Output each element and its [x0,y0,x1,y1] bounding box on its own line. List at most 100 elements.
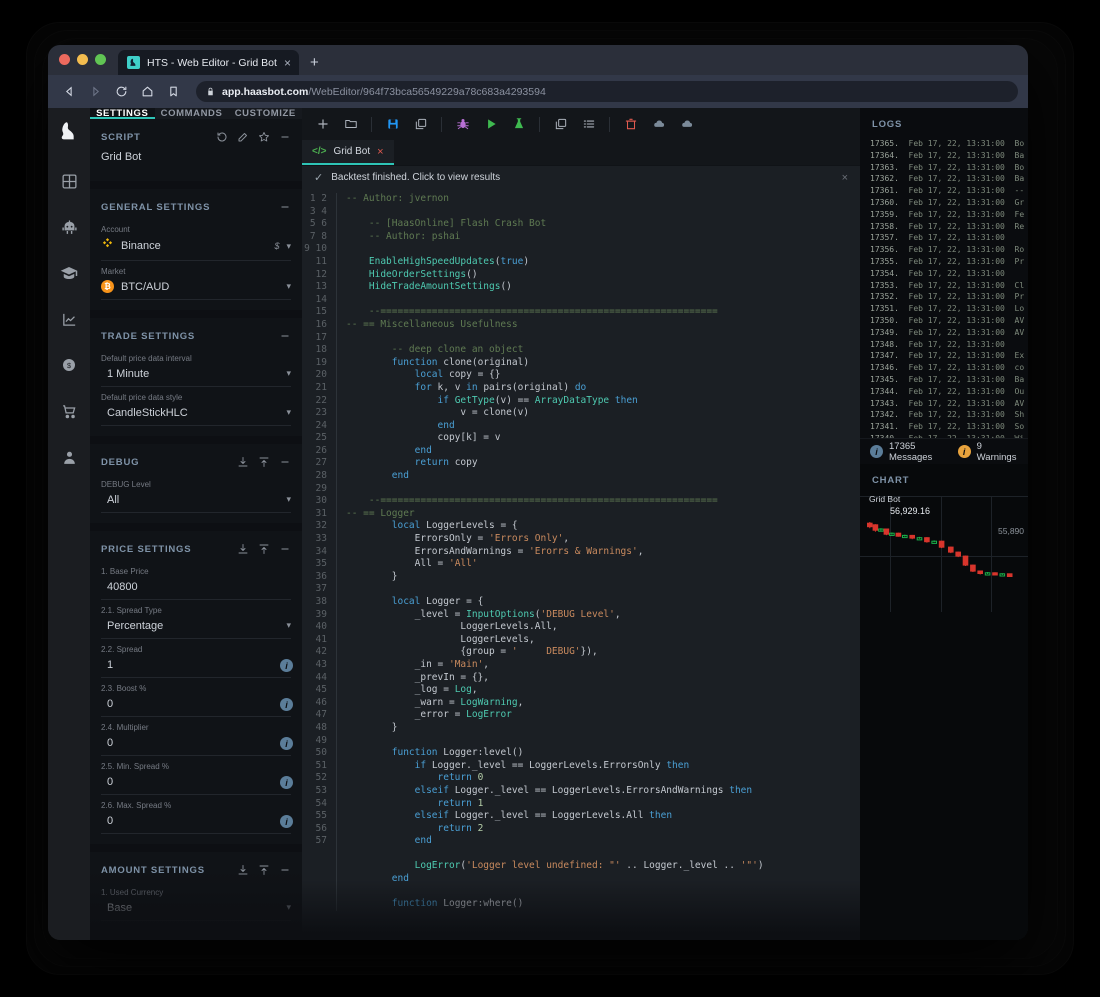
logs-title: LOGS [860,108,1028,138]
price-field-input[interactable]: 1 [101,657,291,678]
backtest-status-bar[interactable]: ✓ Backtest finished. Click to view resul… [302,165,860,189]
list-icon[interactable] [576,112,601,137]
save-as-icon[interactable] [408,112,433,137]
home-icon[interactable] [136,80,159,103]
info-icon[interactable]: i [280,659,293,672]
tab-settings[interactable]: SETTINGS [90,108,155,119]
code-editor-panel: </> Grid Bot × ✓ Backtest finished. Clic… [302,108,860,940]
log-entries-list[interactable]: 17365. Feb 17, 22, 13:31:00 Bo 17364. Fe… [860,138,1028,438]
maximize-window-button[interactable] [95,54,106,65]
new-tab-button[interactable]: + [310,54,319,75]
collapse-icon[interactable] [279,131,291,143]
account-value: Binance [121,240,267,252]
nav-rail: $ [48,108,90,940]
info-icon[interactable]: i [280,815,293,828]
editor-tab-grid-bot[interactable]: </> Grid Bot × [302,140,394,165]
style-select[interactable]: CandleStickHLC ▾ [101,405,291,426]
price-field-label: 1. Base Price [101,567,291,576]
cloud-upload-icon[interactable] [674,112,699,137]
user-icon[interactable] [56,444,82,470]
debug-level-value: All [101,494,279,506]
open-folder-icon[interactable] [338,112,363,137]
collapse-icon[interactable] [279,456,291,468]
amount-settings-header: AMOUNT SETTINGS [101,852,291,882]
info-icon[interactable]: i [280,776,293,789]
back-arrow-icon[interactable] [58,80,81,103]
collapse-icon[interactable] [279,330,291,342]
price-field-input[interactable]: 0 [101,696,291,717]
delete-trash-icon[interactable] [618,112,643,137]
market-select[interactable]: ₿ BTC/AUD ▾ [101,279,291,300]
cloud-download-icon[interactable] [646,112,671,137]
app-container: $ SETTINGS COMMANDS CUSTOMIZE [48,108,1028,940]
browser-tab[interactable]: HTS - Web Editor - Grid Bot × [118,50,299,75]
price-field-value: 0 [101,698,291,710]
chart-panel[interactable]: CHART Grid Bot 56,929.16 55,890 [860,464,1028,940]
close-editor-tab-button[interactable]: × [377,146,383,158]
edit-icon[interactable] [237,131,249,143]
price-field-input[interactable]: 40800 [101,579,291,600]
backtest-flask-icon[interactable] [506,112,531,137]
price-field-value: 0 [101,737,291,749]
collapse-icon[interactable] [279,543,291,555]
export-icon[interactable] [258,864,270,876]
style-label: Default price data style [101,393,291,402]
favorite-star-icon[interactable] [258,131,270,143]
run-play-icon[interactable] [478,112,503,137]
address-bar[interactable]: app.haasbot.com/WebEditor/964f73bca56549… [196,81,1018,102]
price-field: 2.6. Max. Spread %0i [101,795,291,834]
cart-icon[interactable] [56,398,82,424]
tab-commands[interactable]: COMMANDS [155,108,229,119]
new-file-icon[interactable] [310,112,335,137]
collapse-icon[interactable] [279,201,291,213]
info-icon[interactable]: i [280,698,293,711]
debug-panel-title: DEBUG [101,457,228,468]
clone-icon[interactable] [548,112,573,137]
reload-icon[interactable] [110,80,133,103]
interval-value: 1 Minute [101,368,279,380]
save-icon[interactable] [380,112,405,137]
rabbit-logo-icon[interactable] [56,118,82,144]
price-field: 2.3. Boost %0i [101,678,291,717]
dismiss-status-button[interactable]: × [842,172,848,184]
import-icon[interactable] [237,864,249,876]
price-field-input[interactable]: 0 [101,735,291,756]
editor-tab-bar: </> Grid Bot × [302,140,860,165]
account-field: Account Binance $ ▾ [101,219,291,261]
used-currency-select[interactable]: Base ▾ [101,900,291,921]
export-icon[interactable] [258,456,270,468]
code-content: 1 2 3 4 5 6 7 8 9 10 11 12 13 14 15 16 1… [302,189,860,911]
close-window-button[interactable] [59,54,70,65]
dashboard-icon[interactable] [56,168,82,194]
robot-icon[interactable] [56,214,82,240]
coin-icon[interactable]: $ [56,352,82,378]
collapse-icon[interactable] [279,864,291,876]
graduation-cap-icon[interactable] [56,260,82,286]
price-field-input[interactable]: 0 [101,813,291,834]
price-field-select[interactable]: Percentage▾ [101,618,291,639]
debug-level-select[interactable]: All ▾ [101,492,291,513]
toolbar-separator [371,117,372,132]
bookmark-icon[interactable] [162,80,185,103]
debug-bug-icon[interactable] [450,112,475,137]
tab-customize[interactable]: CUSTOMIZE [229,108,302,119]
interval-select[interactable]: 1 Minute ▾ [101,366,291,387]
price-field: 1. Base Price 40800 [101,561,291,600]
code-scroll-area[interactable]: 1 2 3 4 5 6 7 8 9 10 11 12 13 14 15 16 1… [302,189,860,940]
price-field-input[interactable]: 0 [101,774,291,795]
chart-icon[interactable] [56,306,82,332]
used-currency-value: Base [101,902,279,914]
revert-icon[interactable] [216,131,228,143]
debug-panel: DEBUG DEBUG Level All ▾ [90,444,302,523]
info-icon[interactable]: i [280,737,293,750]
minimize-window-button[interactable] [77,54,88,65]
account-select[interactable]: Binance $ ▾ [101,237,291,261]
export-icon[interactable] [258,543,270,555]
code-text[interactable]: -- Author: jvernon -- [HaasOnline] Flash… [336,193,860,911]
logs-panel: LOGS 17365. Feb 17, 22, 13:31:00 Bo 1736… [860,108,1028,438]
chevron-down-icon: ▾ [286,241,291,252]
import-icon[interactable] [237,456,249,468]
import-icon[interactable] [237,543,249,555]
forward-arrow-icon[interactable] [84,80,107,103]
close-tab-button[interactable]: × [284,57,291,69]
